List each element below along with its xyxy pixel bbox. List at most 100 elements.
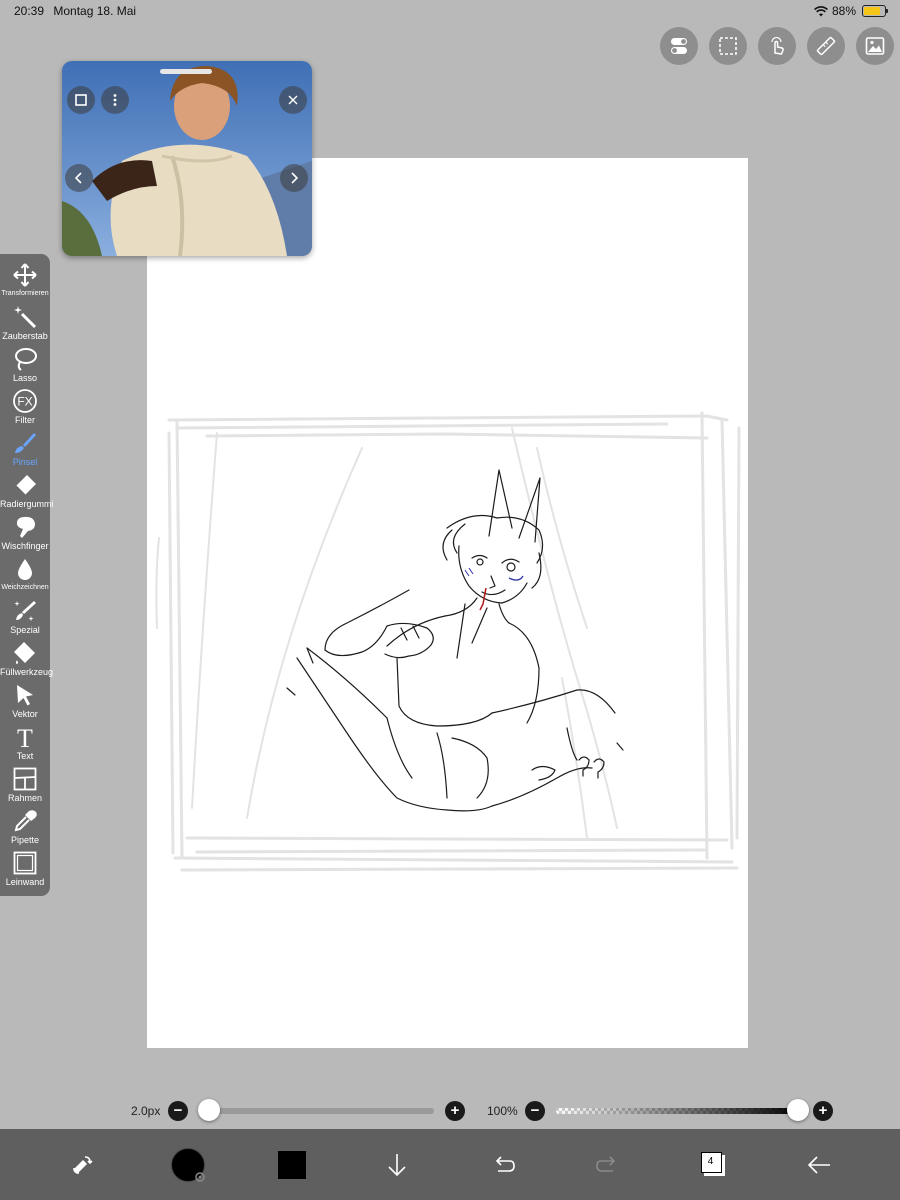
redo-icon (596, 1155, 616, 1172)
gallery-icon (865, 37, 885, 55)
tool-transform[interactable]: Transformieren (0, 260, 50, 302)
smudge-icon (16, 516, 35, 538)
opacity-track[interactable] (556, 1108, 802, 1114)
reference-prev-button[interactable] (65, 164, 93, 192)
tool-canvas[interactable]: Leinwand (0, 848, 50, 890)
battery-percent: 88% (831, 4, 856, 18)
back-arrow-icon (807, 1155, 830, 1174)
import-down-icon (388, 1153, 406, 1176)
status-date: Montag 18. Mai (53, 4, 137, 18)
back-button[interactable] (799, 1129, 839, 1200)
selection-button[interactable] (709, 27, 747, 65)
brush-size-plus-button[interactable]: + (445, 1101, 465, 1121)
brush-size-thumb[interactable] (198, 1099, 220, 1121)
layers-icon: 4 (701, 1151, 727, 1178)
settings-toggle-icon (671, 38, 687, 54)
layers-button[interactable]: 4 (694, 1129, 734, 1200)
tool-palette: Transformieren Zauberstab Lasso FX Filte… (0, 254, 54, 896)
tool-label: Filter (15, 415, 35, 425)
opacity-plus-button[interactable]: + (813, 1101, 833, 1121)
tool-eraser[interactable]: Radiergummi (0, 470, 54, 512)
brush-settings-button[interactable] (168, 1129, 208, 1200)
tool-fill[interactable]: Füllwerkzeug (0, 638, 54, 680)
character-sketch (286, 469, 624, 812)
tool-vector[interactable]: Vektor (0, 680, 50, 722)
brush-size-slider: 2.0px − + (128, 1099, 468, 1123)
selection-icon (719, 37, 737, 55)
undo-icon (495, 1155, 515, 1172)
opacity-minus-button[interactable]: − (525, 1101, 545, 1121)
tool-label: Füllwerkzeug (0, 667, 54, 677)
gallery-button[interactable] (856, 27, 894, 65)
color-swatch (278, 1150, 306, 1179)
tool-smudge[interactable]: Wischfinger (0, 512, 50, 554)
wifi-icon (814, 5, 828, 16)
reference-window[interactable] (62, 61, 312, 256)
tool-label: Spezial (10, 625, 40, 635)
canvas-icon (13, 851, 37, 875)
magic-wand-icon (14, 306, 37, 329)
plus-icon: + (818, 1102, 828, 1119)
brush-gear-icon (195, 1171, 205, 1182)
color-button[interactable] (272, 1129, 312, 1200)
layers-count: 4 (707, 1155, 714, 1167)
tool-label: Text (16, 751, 34, 761)
drawing-canvas[interactable] (147, 158, 748, 1048)
reference-next-button[interactable] (280, 164, 308, 192)
reference-close-button[interactable] (279, 86, 307, 114)
frame-icon (13, 767, 37, 791)
tool-label: Weichzeichnen (1, 584, 49, 591)
prev-arrow-icon (74, 172, 82, 184)
tool-label: Zauberstab (2, 331, 48, 341)
square-icon (75, 94, 87, 106)
reference-photo (62, 61, 312, 256)
reference-drag-handle[interactable] (160, 69, 212, 74)
brush-size-minus-button[interactable]: − (168, 1101, 188, 1121)
tool-magic-wand[interactable]: Zauberstab (0, 302, 50, 344)
battery-level (864, 7, 880, 15)
tool-special[interactable]: Spezial (0, 596, 50, 638)
gesture-button[interactable] (758, 27, 796, 65)
gesture-icon (771, 36, 784, 55)
blur-drop-icon (18, 559, 32, 580)
minus-icon: − (173, 1102, 183, 1119)
more-icon (113, 94, 117, 106)
tool-text[interactable]: T Text (0, 722, 50, 764)
settings-toggle-button[interactable] (660, 27, 698, 65)
status-bar: 20:39 Montag 18. Mai 88% (0, 0, 900, 22)
lasso-icon (15, 348, 37, 371)
plus-icon: + (450, 1102, 460, 1119)
reference-expand-button[interactable] (67, 86, 95, 114)
redo-button[interactable] (588, 1129, 628, 1200)
tool-blur[interactable]: Weichzeichnen (0, 554, 50, 596)
brush-size-track[interactable] (200, 1108, 434, 1114)
ruler-button[interactable] (807, 27, 845, 65)
battery-icon (862, 5, 888, 17)
top-tools (660, 27, 894, 65)
special-brush-icon (14, 601, 36, 622)
undo-button[interactable] (483, 1129, 523, 1200)
next-arrow-icon (291, 172, 299, 184)
tool-label: Leinwand (5, 877, 45, 887)
tool-eyedropper[interactable]: Pipette (0, 806, 50, 848)
move-icon (13, 263, 37, 287)
eyedropper-icon (14, 810, 37, 832)
tool-filter[interactable]: FX Filter (0, 386, 50, 428)
tool-brush[interactable]: Pinsel (0, 428, 50, 470)
svg-text:FX: FX (17, 395, 32, 409)
reference-more-button[interactable] (101, 86, 129, 114)
bottom-bar: 4 (0, 1129, 900, 1200)
tool-label: Pipette (10, 835, 40, 845)
fx-icon: FX (13, 389, 37, 413)
tool-label: Vektor (12, 709, 38, 719)
brush-size-value: 2.0px (131, 1104, 161, 1118)
text-icon: T (17, 724, 33, 750)
swap-tool-button[interactable] (62, 1129, 102, 1200)
import-button[interactable] (377, 1129, 417, 1200)
opacity-value: 100% (487, 1104, 518, 1118)
svg-text:T: T (17, 724, 33, 750)
bruise-detail-2 (464, 567, 474, 577)
tool-frame[interactable]: Rahmen (0, 764, 50, 806)
tool-lasso[interactable]: Lasso (0, 344, 50, 386)
opacity-thumb[interactable] (787, 1099, 809, 1121)
